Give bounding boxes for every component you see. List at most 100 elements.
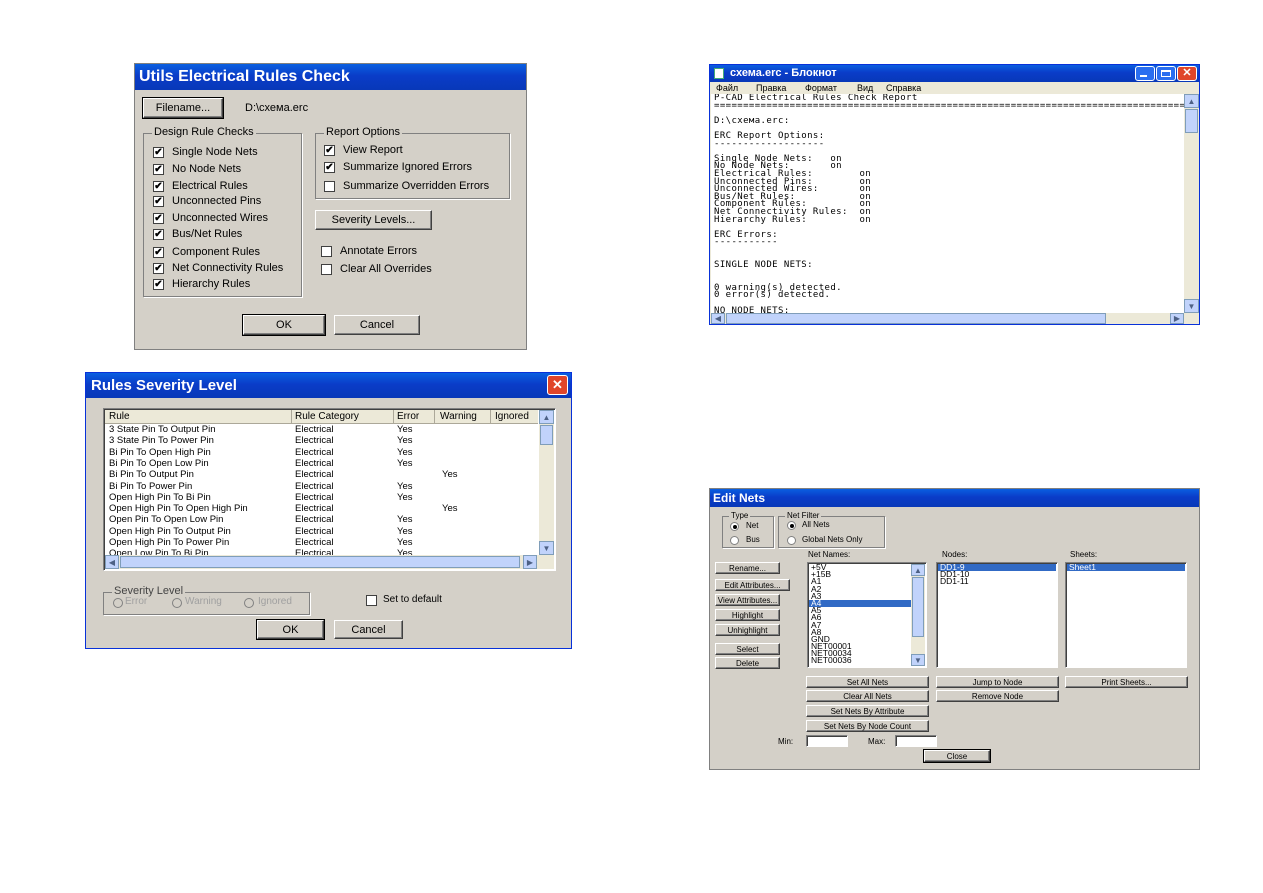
scroll-down-icon[interactable]: ▼	[911, 654, 925, 666]
table-row[interactable]: Open High Pin To Output Pin Electrical Yes	[105, 526, 538, 537]
net-list-item[interactable]: A6	[809, 613, 911, 622]
scroll-up-icon[interactable]: ▲	[539, 410, 554, 424]
close-button[interactable]: Close	[923, 749, 991, 763]
table-row[interactable]: Open Low Pin To Bi Pin Electrical Yes	[105, 548, 538, 555]
severity-title-bar[interactable]: Rules Severity Level ✕	[86, 373, 571, 398]
scroll-down-icon[interactable]: ▼	[1184, 299, 1199, 313]
scroll-thumb[interactable]	[912, 577, 924, 637]
max-input[interactable]	[895, 735, 937, 747]
erc-cancel-button[interactable]: Cancel	[334, 315, 420, 335]
menu-edit[interactable]: Правка	[756, 82, 786, 94]
severity-warning-radio[interactable]	[172, 598, 182, 608]
notepad-horizontal-scrollbar[interactable]: ◀ ▶	[711, 313, 1184, 324]
col-error[interactable]: Error	[397, 410, 419, 423]
scroll-up-icon[interactable]: ▲	[1184, 94, 1199, 108]
drc-checkbox[interactable]: ✔	[153, 147, 164, 158]
erc-title-bar[interactable]: Utils Electrical Rules Check	[135, 64, 526, 90]
jump-to-node-button[interactable]: Jump to Node	[936, 676, 1059, 688]
net-list-item[interactable]: A2	[809, 584, 911, 593]
set-nets-by-node-count-button[interactable]: Set Nets By Node Count	[806, 720, 929, 732]
filter-all-radio[interactable]	[787, 521, 796, 530]
net-list-item[interactable]: A1	[809, 577, 911, 586]
drc-checkbox[interactable]: ✔	[153, 229, 164, 240]
close-icon[interactable]: ✕	[547, 375, 568, 395]
menu-view[interactable]: Вид	[857, 82, 873, 94]
filter-global-radio[interactable]	[787, 536, 796, 545]
scroll-up-icon[interactable]: ▲	[911, 564, 925, 576]
summarize-ignored-checkbox[interactable]: ✔	[324, 162, 335, 173]
col-rule[interactable]: Rule	[109, 410, 130, 423]
set-nets-by-attribute-button[interactable]: Set Nets By Attribute	[806, 705, 929, 717]
table-row[interactable]: Bi Pin To Open High Pin Electrical Yes	[105, 447, 538, 458]
net-list-item[interactable]: NET00036	[809, 656, 911, 665]
notepad-text-area[interactable]: P-CAD Electrical Rules Check Report =====…	[711, 94, 1184, 313]
severity-ok-button[interactable]: OK	[256, 619, 325, 640]
notepad-vertical-scrollbar[interactable]: ▲ ▼	[1184, 94, 1199, 313]
maximize-icon[interactable]	[1156, 66, 1176, 81]
unhighlight-button[interactable]: Unhighlight	[715, 624, 780, 636]
drc-checkbox[interactable]: ✔	[153, 164, 164, 175]
table-row[interactable]: Open High Pin To Bi Pin Electrical Yes	[105, 492, 538, 503]
delete-button[interactable]: Delete	[715, 657, 780, 669]
sheets-list[interactable]: Sheet1	[1065, 562, 1187, 668]
drc-checkbox[interactable]: ✔	[153, 263, 164, 274]
drc-checkbox[interactable]: ✔	[153, 213, 164, 224]
scroll-left-icon[interactable]: ◀	[105, 555, 119, 569]
net-list-item[interactable]: A7	[809, 620, 911, 629]
severity-ignored-radio[interactable]	[244, 598, 254, 608]
minimize-icon[interactable]	[1135, 66, 1155, 81]
select-button[interactable]: Select	[715, 643, 780, 655]
net-names-list[interactable]: +5V +15B A1 A2 A3 A4 A5 A6 A7 A8 GND NET00001 NET000…	[807, 562, 927, 668]
net-list-item[interactable]: A5	[809, 606, 911, 615]
scroll-right-icon[interactable]: ▶	[1170, 313, 1184, 324]
severity-error-radio[interactable]	[113, 598, 123, 608]
col-warning[interactable]: Warning	[440, 410, 477, 423]
remove-node-button[interactable]: Remove Node	[936, 690, 1059, 702]
menu-format[interactable]: Формат	[805, 82, 837, 94]
col-ignored[interactable]: Ignored	[495, 410, 529, 423]
net-list-item[interactable]: A4	[809, 599, 911, 607]
severity-levels-button[interactable]: Severity Levels...	[315, 210, 432, 230]
menu-file[interactable]: Файл	[716, 82, 738, 94]
min-input[interactable]	[806, 735, 848, 747]
net-names-scrollbar[interactable]: ▲ ▼	[911, 564, 925, 666]
rules-vertical-scrollbar[interactable]: ▲ ▼	[539, 410, 554, 555]
table-row[interactable]: Open High Pin To Open High Pin Electrical…	[105, 503, 538, 514]
drc-checkbox[interactable]: ✔	[153, 196, 164, 207]
summarize-overridden-checkbox[interactable]	[324, 181, 335, 192]
nodes-list[interactable]: DD1-9 DD1-10 DD1-11	[936, 562, 1058, 668]
highlight-button[interactable]: Highlight	[715, 609, 780, 621]
col-category[interactable]: Rule Category	[295, 410, 359, 423]
close-icon[interactable]: ✕	[1177, 66, 1197, 81]
hscroll-thumb[interactable]	[726, 313, 1106, 324]
net-list-item[interactable]: +15B	[809, 570, 911, 579]
print-sheets-button[interactable]: Print Sheets...	[1065, 676, 1188, 688]
clear-overrides-checkbox[interactable]	[321, 264, 332, 275]
severity-cancel-button[interactable]: Cancel	[334, 620, 403, 639]
table-row[interactable]: Bi Pin To Output Pin Electrical Yes	[105, 469, 538, 480]
drc-checkbox[interactable]: ✔	[153, 247, 164, 258]
table-row[interactable]: 3 State Pin To Power Pin Electrical Yes	[105, 435, 538, 446]
set-all-nets-button[interactable]: Set All Nets	[806, 676, 929, 688]
menu-help[interactable]: Справка	[886, 82, 921, 94]
clear-all-nets-button[interactable]: Clear All Nets	[806, 690, 929, 702]
hscroll-thumb[interactable]	[120, 556, 520, 568]
view-attributes-button[interactable]: View Attributes...	[715, 594, 780, 606]
filename-button[interactable]: Filename...	[142, 97, 224, 119]
erc-ok-button[interactable]: OK	[242, 314, 326, 336]
scroll-thumb[interactable]	[540, 425, 553, 445]
sheet-list-item[interactable]: Sheet1	[1067, 563, 1185, 571]
edit-attributes-button[interactable]: Edit Attributes...	[715, 579, 790, 591]
notepad-title-bar[interactable]: схема.erc - Блокнот ✕	[710, 65, 1199, 82]
rename-button[interactable]: Rename...	[715, 562, 780, 574]
table-row[interactable]: Bi Pin To Power Pin Electrical Yes	[105, 481, 538, 492]
table-row[interactable]: Open Pin To Open Low Pin Electrical Yes	[105, 514, 538, 525]
rules-horizontal-scrollbar[interactable]: ◀ ▶	[105, 555, 554, 569]
rules-list[interactable]: Rule Rule Category Error Warning Ignored…	[103, 408, 556, 571]
table-row[interactable]: Bi Pin To Open Low Pin Electrical Yes	[105, 458, 538, 469]
scroll-thumb[interactable]	[1185, 109, 1198, 133]
scroll-down-icon[interactable]: ▼	[539, 541, 554, 555]
type-bus-radio[interactable]	[730, 536, 739, 545]
drc-checkbox[interactable]: ✔	[153, 181, 164, 192]
view-report-checkbox[interactable]: ✔	[324, 145, 335, 156]
